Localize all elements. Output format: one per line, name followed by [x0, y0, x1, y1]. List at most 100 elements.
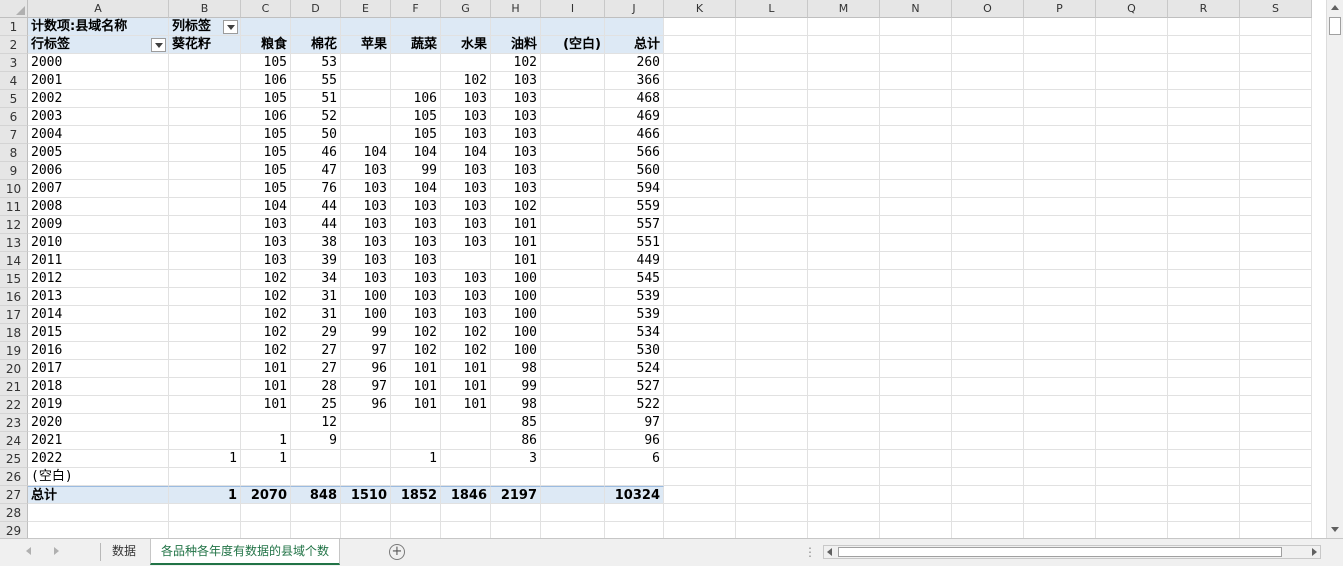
row-header-9[interactable]: 9 — [0, 162, 28, 180]
row-header-5[interactable]: 5 — [0, 90, 28, 108]
pivot-column-header[interactable]: 蔬菜 — [391, 36, 441, 54]
cell[interactable] — [736, 198, 808, 216]
cell[interactable] — [880, 414, 952, 432]
pivot-value-cell[interactable]: 101 — [241, 396, 291, 414]
cell[interactable] — [664, 198, 736, 216]
pivot-value-cell[interactable]: 103 — [441, 270, 491, 288]
pivot-value-cell[interactable] — [169, 306, 241, 324]
pivot-value-cell[interactable] — [391, 54, 441, 72]
pivot-value-cell[interactable] — [169, 360, 241, 378]
cell[interactable] — [1168, 234, 1240, 252]
header-cell[interactable] — [391, 18, 441, 36]
pivot-value-cell[interactable]: 559 — [605, 198, 664, 216]
pivot-column-header[interactable]: 葵花籽 — [169, 36, 241, 54]
cell[interactable] — [1024, 360, 1096, 378]
pivot-value-cell[interactable]: 102 — [491, 54, 541, 72]
cell[interactable] — [664, 216, 736, 234]
cell[interactable] — [1024, 432, 1096, 450]
cell[interactable] — [169, 504, 241, 522]
pivot-value-cell[interactable]: 103 — [341, 216, 391, 234]
cell[interactable] — [1024, 270, 1096, 288]
cell[interactable] — [1024, 126, 1096, 144]
cell[interactable] — [1240, 414, 1312, 432]
cell[interactable] — [808, 486, 880, 504]
pivot-value-cell[interactable]: 44 — [291, 198, 341, 216]
pivot-value-cell[interactable]: 103 — [441, 288, 491, 306]
cell[interactable] — [952, 144, 1024, 162]
cell[interactable] — [952, 504, 1024, 522]
cell[interactable] — [664, 108, 736, 126]
header-cell[interactable] — [341, 18, 391, 36]
pivot-value-cell[interactable]: 103 — [441, 126, 491, 144]
cell[interactable] — [1024, 252, 1096, 270]
cell[interactable] — [808, 54, 880, 72]
pivot-row-label[interactable]: 2016 — [28, 342, 169, 360]
pivot-value-cell[interactable]: 101 — [391, 396, 441, 414]
pivot-value-cell[interactable]: 103 — [341, 198, 391, 216]
pivot-row-label[interactable]: 2008 — [28, 198, 169, 216]
row-header-3[interactable]: 3 — [0, 54, 28, 72]
pivot-value-cell[interactable]: 557 — [605, 216, 664, 234]
pivot-value-cell[interactable]: 103 — [341, 270, 391, 288]
row-header-26[interactable]: 26 — [0, 468, 28, 486]
cell[interactable] — [1240, 162, 1312, 180]
cell[interactable] — [1096, 450, 1168, 468]
prev-sheet-icon[interactable] — [26, 547, 31, 555]
cell[interactable] — [736, 414, 808, 432]
scroll-right-icon[interactable] — [1312, 548, 1317, 556]
pivot-value-cell[interactable]: 103 — [491, 162, 541, 180]
pivot-value-cell[interactable]: 55 — [291, 72, 341, 90]
cell[interactable] — [880, 18, 952, 36]
pivot-grand-total-cell[interactable]: 848 — [291, 486, 341, 504]
cell[interactable] — [1024, 450, 1096, 468]
scroll-down-icon[interactable] — [1331, 527, 1339, 532]
cell[interactable] — [28, 504, 169, 522]
cell[interactable] — [736, 144, 808, 162]
pivot-value-cell[interactable]: 104 — [391, 144, 441, 162]
pivot-column-header[interactable]: 水果 — [441, 36, 491, 54]
cell[interactable] — [1240, 126, 1312, 144]
pivot-row-label[interactable]: 2003 — [28, 108, 169, 126]
cell[interactable] — [808, 270, 880, 288]
pivot-value-cell[interactable] — [169, 72, 241, 90]
cell[interactable] — [1024, 378, 1096, 396]
pivot-value-cell[interactable]: 103 — [241, 234, 291, 252]
column-header-k[interactable]: K — [664, 0, 736, 18]
pivot-row-label[interactable]: 2012 — [28, 270, 169, 288]
cell[interactable] — [1240, 378, 1312, 396]
cell[interactable] — [952, 252, 1024, 270]
cell[interactable] — [1240, 216, 1312, 234]
cell[interactable] — [808, 468, 880, 486]
pivot-value-cell[interactable]: 103 — [441, 234, 491, 252]
pivot-value-cell[interactable]: 103 — [391, 216, 441, 234]
pivot-value-cell[interactable]: 99 — [491, 378, 541, 396]
row-header-16[interactable]: 16 — [0, 288, 28, 306]
column-header-n[interactable]: N — [880, 0, 952, 18]
cell[interactable] — [1240, 522, 1312, 538]
pivot-value-cell[interactable]: 101 — [391, 360, 441, 378]
pivot-value-cell[interactable]: 52 — [291, 108, 341, 126]
cell[interactable] — [1096, 360, 1168, 378]
cell[interactable] — [1024, 72, 1096, 90]
pivot-value-cell[interactable] — [341, 450, 391, 468]
pivot-value-cell[interactable]: 103 — [491, 72, 541, 90]
pivot-grand-total-cell[interactable] — [541, 486, 605, 504]
pivot-value-cell[interactable] — [391, 414, 441, 432]
cell[interactable] — [880, 90, 952, 108]
cell[interactable] — [808, 162, 880, 180]
pivot-value-cell[interactable]: 96 — [605, 432, 664, 450]
cell[interactable] — [1168, 468, 1240, 486]
cell[interactable] — [1096, 234, 1168, 252]
header-cell[interactable] — [241, 18, 291, 36]
cell[interactable] — [1168, 360, 1240, 378]
pivot-value-cell[interactable]: 530 — [605, 342, 664, 360]
pivot-value-cell[interactable]: 34 — [291, 270, 341, 288]
cell[interactable] — [808, 324, 880, 342]
cell[interactable] — [736, 270, 808, 288]
pivot-value-cell[interactable] — [441, 54, 491, 72]
pivot-value-cell[interactable] — [169, 378, 241, 396]
pivot-value-field-label[interactable]: 计数项:县域名称 — [28, 18, 169, 36]
cell[interactable] — [1240, 432, 1312, 450]
pivot-value-cell[interactable] — [491, 468, 541, 486]
cell[interactable] — [1096, 468, 1168, 486]
